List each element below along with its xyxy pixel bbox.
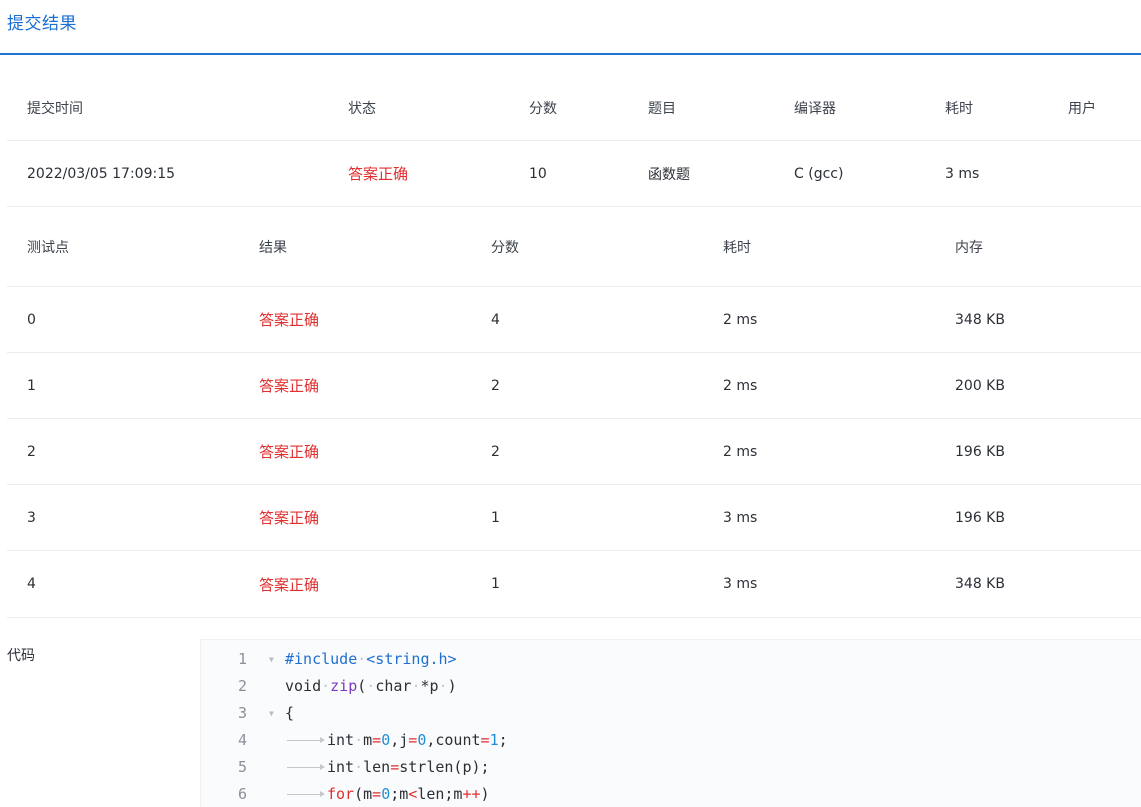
code-line-2: 2 void·zip(·char·*p·) [201,673,1141,700]
code-text: int·len=strlen(p); [285,754,490,781]
table-row: 4 答案正确 1 3 ms 348 KB [7,551,1141,618]
summary-row: 2022/03/05 17:09:15 答案正确 10 函数题 C (gcc) … [7,141,1141,207]
code-line-6: 6 for(m=0;m<len;m++) [201,781,1141,807]
testcase-memory: 196 KB [955,443,1005,460]
header-status: 状态 [348,100,376,117]
code-text: void·zip(·char·*p·) [285,677,457,695]
tab-arrow-icon [285,789,327,799]
line-number: 6 [237,785,247,803]
testcase-id: 3 [27,509,36,526]
testcase-memory: 348 KB [955,311,1005,328]
code-viewer[interactable]: 1 ▼ #include·<string.h> 2 void·zip(·char… [200,639,1141,807]
testcase-id: 4 [27,576,36,592]
duration-value: 3 ms [945,165,980,182]
testcase-result: 答案正确 [259,443,320,461]
header-testcase: 测试点 [27,239,69,256]
testcase-result: 答案正确 [259,575,320,594]
submit-time: 2022/03/05 17:09:15 [27,165,176,182]
summary-header-row: 提交时间 状态 分数 题目 编译器 耗时 用户 [7,75,1141,141]
testcase-score: 1 [491,576,500,592]
testcase-score: 1 [491,509,500,526]
header-compiler: 编译器 [794,100,836,117]
testcase-time: 2 ms [723,377,758,394]
line-number: 3 [237,704,247,722]
header-time: 耗时 [723,239,751,256]
testcase-memory: 196 KB [955,509,1005,526]
code-line-1: 1 ▼ #include·<string.h> [201,646,1141,673]
testcase-score: 4 [491,311,500,328]
tab-bar: 提交结果 [0,0,1141,55]
testcase-header-row: 测试点 结果 分数 耗时 内存 [7,207,1141,287]
header-user: 用户 [1068,100,1096,117]
tab-arrow-icon [285,735,327,745]
testcase-time: 3 ms [723,509,758,526]
testcase-result: 答案正确 [259,311,320,329]
table-row: 0 答案正确 4 2 ms 348 KB [7,287,1141,353]
submission-summary-table: 提交时间 状态 分数 题目 编译器 耗时 用户 2022/03/05 17:09… [7,75,1141,207]
line-number: 5 [237,758,247,776]
compiler-value: C (gcc) [794,165,844,182]
header-duration: 耗时 [945,100,973,117]
code-text: int·m=0,j=0,count=1; [285,727,508,754]
code-line-5: 5 int·len=strlen(p); [201,754,1141,781]
header-score: 分数 [529,100,557,117]
header-result: 结果 [259,239,287,256]
line-number: 2 [237,677,247,695]
tab-submission-result[interactable]: 提交结果 [7,9,77,34]
line-number: 4 [237,731,247,749]
line-number: 1 [237,650,247,668]
header-problem: 题目 [648,100,676,117]
fold-arrow-icon[interactable]: ▼ [269,646,274,673]
testcase-score: 2 [491,377,500,394]
testcase-time: 3 ms [723,576,758,592]
testcase-time: 2 ms [723,311,758,328]
code-text: for(m=0;m<len;m++) [285,781,490,807]
table-row: 3 答案正确 1 3 ms 196 KB [7,485,1141,551]
problem-type[interactable]: 函数题 [648,141,690,206]
table-row: 2 答案正确 2 2 ms 196 KB [7,419,1141,485]
testcase-id: 2 [27,443,36,460]
code-line-3: 3 ▼ { [201,700,1141,727]
tab-arrow-icon [285,762,327,772]
testcase-score: 2 [491,443,500,460]
testcase-table: 测试点 结果 分数 耗时 内存 0 答案正确 4 2 ms 348 KB 1 答… [7,207,1141,619]
testcase-memory: 348 KB [955,576,1005,592]
table-row: 1 答案正确 2 2 ms 200 KB [7,353,1141,419]
header-score: 分数 [491,239,519,256]
header-submit-time: 提交时间 [27,100,83,117]
testcase-result: 答案正确 [259,509,320,527]
fold-arrow-icon[interactable]: ▼ [269,700,274,727]
header-memory: 内存 [955,239,983,256]
testcase-result: 答案正确 [259,377,320,395]
code-text: #include·<string.h> [285,650,457,668]
code-label: 代码 [7,648,35,664]
testcase-id: 1 [27,377,36,394]
code-text: { [285,704,295,722]
score-value: 10 [529,165,547,182]
testcase-id: 0 [27,311,36,328]
testcase-time: 2 ms [723,443,758,460]
status-accepted: 答案正确 [348,165,409,183]
testcase-memory: 200 KB [955,377,1005,394]
code-line-4: 4 int·m=0,j=0,count=1; [201,727,1141,754]
